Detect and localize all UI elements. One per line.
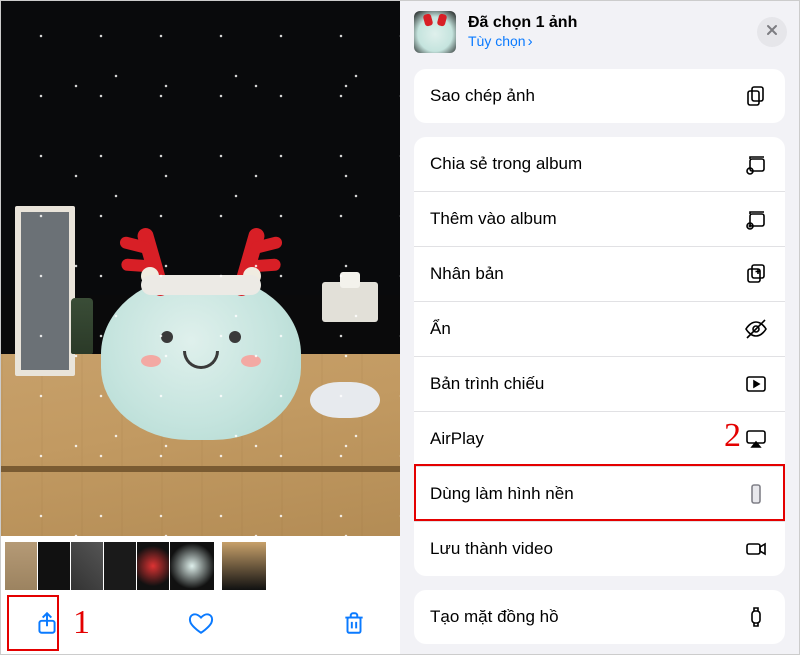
save-video-icon xyxy=(743,536,769,562)
thumbnail[interactable] xyxy=(215,542,221,590)
action-wallpaper[interactable]: Dùng làm hình nền xyxy=(414,466,785,521)
action-label: Dùng làm hình nền xyxy=(430,484,574,504)
favorite-button[interactable] xyxy=(183,605,219,641)
shared-album-icon xyxy=(743,151,769,177)
heart-icon xyxy=(188,610,214,636)
thumbnail[interactable] xyxy=(5,542,37,590)
slideshow-icon xyxy=(743,371,769,397)
action-label: Tạo mặt đồng hồ xyxy=(430,607,559,627)
watch-face-icon xyxy=(743,604,769,630)
options-label: Tùy chọn xyxy=(468,33,526,51)
action-slideshow[interactable]: Bản trình chiếu xyxy=(414,356,785,411)
action-save-video[interactable]: Lưu thành video xyxy=(414,521,785,576)
photo-area[interactable] xyxy=(1,1,400,536)
action-watch-face[interactable]: Tạo mặt đồng hồ xyxy=(414,590,785,644)
action-label: Ẩn xyxy=(430,319,451,339)
trash-icon xyxy=(341,610,367,636)
share-sheet-header: Đã chọn 1 ảnh Tùy chọn › xyxy=(400,1,799,67)
airplay-icon xyxy=(743,426,769,452)
action-duplicate[interactable]: Nhân bản xyxy=(414,246,785,301)
action-shared-album[interactable]: Chia sẻ trong album xyxy=(414,137,785,191)
options-button[interactable]: Tùy chọn › xyxy=(468,33,745,52)
thumbnail-selected[interactable] xyxy=(170,542,214,590)
action-group: Chia sẻ trong album Thêm vào album Nhân bả… xyxy=(414,137,785,576)
bottom-toolbar xyxy=(1,592,400,654)
action-copy-photo[interactable]: Sao chép ảnh xyxy=(414,69,785,123)
hide-icon xyxy=(743,316,769,342)
copy-photo-icon xyxy=(743,83,769,109)
share-icon xyxy=(34,610,60,636)
photo-viewer-pane: 1 xyxy=(1,1,400,654)
chevron-right-icon: › xyxy=(528,33,533,52)
add-album-icon xyxy=(743,206,769,232)
header-thumbnail xyxy=(414,11,456,53)
thumbnail-strip[interactable] xyxy=(1,536,400,592)
thumbnail[interactable] xyxy=(71,542,103,590)
close-icon xyxy=(766,23,778,41)
action-label: Sao chép ảnh xyxy=(430,86,535,106)
header-title: Đã chọn 1 ảnh xyxy=(468,13,745,33)
thumbnail[interactable] xyxy=(38,542,70,590)
share-sheet-body[interactable]: Sao chép ảnh Chia sẻ trong album Thêm vào … xyxy=(400,67,799,654)
action-add-album[interactable]: Thêm vào album xyxy=(414,191,785,246)
annotation-number-2: 2 xyxy=(724,417,741,455)
duplicate-icon xyxy=(743,261,769,287)
action-label: Nhân bản xyxy=(430,264,504,284)
thumbnail[interactable] xyxy=(222,542,266,590)
share-button[interactable] xyxy=(29,605,65,641)
share-sheet-pane: Đã chọn 1 ảnh Tùy chọn › Sao chép ảnh Chi… xyxy=(400,1,799,654)
action-group: Sao chép ảnh xyxy=(414,69,785,123)
action-label: Thêm vào album xyxy=(430,209,557,229)
photo-subject xyxy=(101,275,301,440)
action-group: Tạo mặt đồng hồ xyxy=(414,590,785,644)
wallpaper-icon xyxy=(743,481,769,507)
thumbnail[interactable] xyxy=(104,542,136,590)
action-label: Chia sẻ trong album xyxy=(430,154,582,174)
action-hide[interactable]: Ẩn xyxy=(414,301,785,356)
close-button[interactable] xyxy=(757,17,787,47)
action-label: Lưu thành video xyxy=(430,539,553,559)
action-label: AirPlay xyxy=(430,429,484,449)
trash-button[interactable] xyxy=(336,605,372,641)
annotation-number-1: 1 xyxy=(73,604,90,642)
thumbnail[interactable] xyxy=(137,542,169,590)
action-label: Bản trình chiếu xyxy=(430,374,544,394)
